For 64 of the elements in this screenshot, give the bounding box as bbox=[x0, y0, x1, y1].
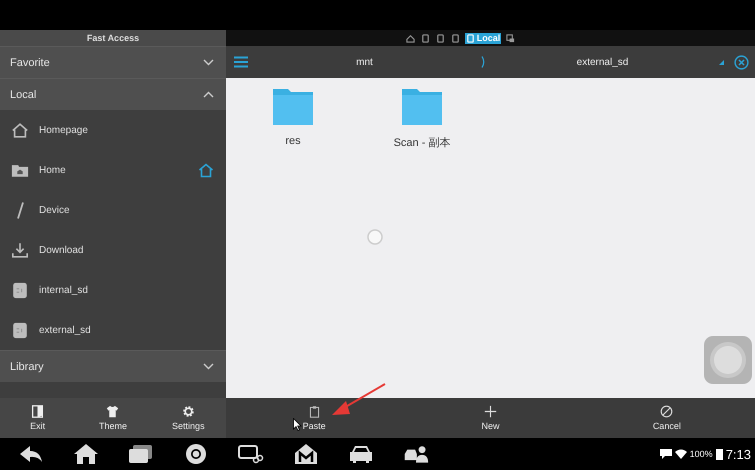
wifi-icon bbox=[674, 449, 687, 459]
message-icon bbox=[660, 449, 672, 459]
chevron-down-icon bbox=[203, 363, 214, 370]
home-icon[interactable] bbox=[73, 443, 99, 465]
storage-tab[interactable] bbox=[434, 32, 446, 44]
sidebar-item[interactable]: Homepage bbox=[0, 110, 226, 150]
clipboard-icon bbox=[308, 405, 321, 418]
chevron-down-icon bbox=[203, 59, 214, 66]
arrow-annotation bbox=[330, 383, 386, 417]
sd-card-icon bbox=[11, 322, 29, 338]
storage-tab[interactable] bbox=[404, 32, 416, 44]
toolbar-button[interactable]: Exit bbox=[0, 398, 76, 438]
close-icon[interactable] bbox=[734, 54, 749, 70]
section-header[interactable]: Local bbox=[0, 78, 226, 110]
battery-percentage: 100% bbox=[690, 449, 713, 459]
section-header[interactable]: Library bbox=[0, 350, 226, 382]
download-icon bbox=[11, 242, 29, 258]
slash-icon bbox=[16, 202, 24, 218]
car-mechanic-icon[interactable] bbox=[403, 443, 429, 465]
house-icon[interactable] bbox=[198, 162, 214, 178]
path-segment[interactable]: external_sd bbox=[486, 56, 719, 68]
sidebar-item[interactable]: internal_sd bbox=[0, 270, 226, 310]
sidebar-item[interactable]: Home bbox=[0, 150, 226, 190]
recent-apps-icon[interactable] bbox=[128, 443, 154, 465]
folder-icon bbox=[271, 87, 315, 127]
folder-item[interactable]: res bbox=[243, 87, 343, 147]
sidebar-item[interactable]: external_sd bbox=[0, 310, 226, 350]
clock: 7:13 bbox=[726, 446, 751, 462]
chevron-right-icon bbox=[481, 56, 486, 68]
cursor-icon bbox=[293, 418, 302, 431]
battery-icon bbox=[716, 448, 723, 460]
back-icon[interactable] bbox=[18, 443, 44, 465]
house-icon bbox=[406, 34, 415, 42]
shirt-icon bbox=[106, 405, 120, 418]
house-icon bbox=[11, 122, 29, 138]
storage-tab[interactable] bbox=[450, 32, 461, 44]
folder-item[interactable]: Scan - 副本 bbox=[372, 87, 472, 150]
cancel-icon bbox=[660, 405, 674, 418]
corner-triangle-icon bbox=[719, 60, 724, 64]
sd-card-icon bbox=[11, 282, 29, 298]
storage-tab[interactable] bbox=[420, 32, 431, 44]
car-icon[interactable] bbox=[348, 443, 374, 465]
section-header[interactable]: Favorite bbox=[0, 46, 226, 78]
storage-tab[interactable] bbox=[505, 32, 516, 44]
loading-spinner-icon bbox=[366, 228, 384, 246]
door-icon bbox=[31, 405, 44, 418]
toolbar-button[interactable]: Paste bbox=[226, 398, 402, 438]
network-icon bbox=[506, 34, 516, 42]
toolbar-button[interactable]: Settings bbox=[150, 398, 226, 438]
chevron-up-icon bbox=[203, 91, 214, 98]
toolbar-button[interactable]: New bbox=[402, 398, 579, 438]
menu-icon[interactable] bbox=[234, 56, 248, 68]
settings-icon bbox=[182, 405, 195, 418]
toolbar-button[interactable]: Theme bbox=[75, 398, 151, 438]
folder-icon bbox=[400, 87, 444, 127]
browser-icon[interactable] bbox=[183, 443, 209, 465]
path-segment[interactable]: mnt bbox=[248, 56, 481, 68]
panel-title: Fast Access bbox=[0, 30, 226, 46]
screenshot-icon[interactable] bbox=[238, 443, 264, 465]
m-house-icon[interactable] bbox=[293, 443, 319, 465]
sidebar-item[interactable]: Device bbox=[0, 190, 226, 230]
plus-icon bbox=[484, 405, 497, 418]
sidebar-item[interactable]: Download bbox=[0, 230, 226, 270]
toolbar-button[interactable]: Cancel bbox=[578, 398, 755, 438]
